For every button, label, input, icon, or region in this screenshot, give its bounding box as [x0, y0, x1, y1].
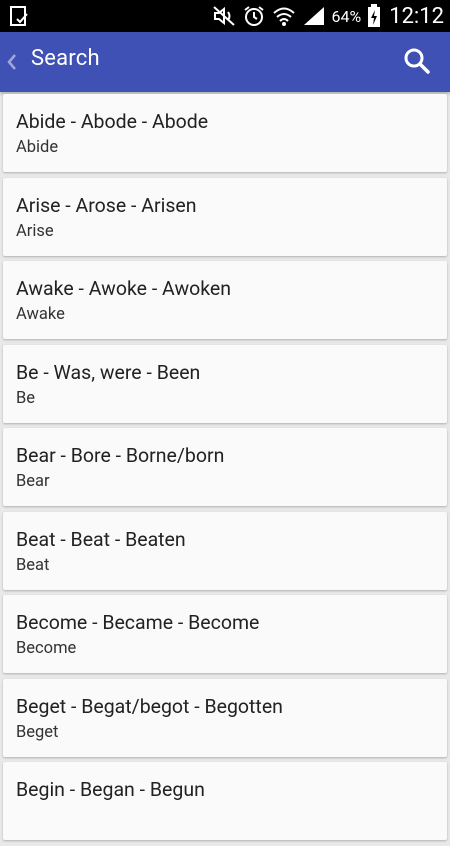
verb-card[interactable]: Be - Was, were - Been Be: [3, 344, 447, 423]
verb-card[interactable]: Begin - Began - Begun: [3, 762, 447, 840]
verb-card[interactable]: Bear - Bore - Borne/born Bear: [3, 428, 447, 506]
verb-forms: Begin - Began - Begun: [16, 778, 205, 801]
search-icon[interactable]: [402, 46, 432, 76]
verb-card[interactable]: Arise - Arose - Arisen Arise: [3, 177, 447, 256]
notification-clipboard-icon: [10, 6, 28, 26]
battery-percent: 64%: [331, 6, 362, 26]
verb-forms: Become - Became - Become: [16, 611, 260, 634]
verb-card[interactable]: Awake - Awoke - Awoken Awake: [3, 261, 447, 339]
action-bar: Search: [0, 32, 450, 92]
status-bar: 64% 12:12: [0, 0, 450, 32]
verb-forms: Abide - Abode - Abode: [16, 110, 209, 133]
silent-mode-icon: [212, 6, 235, 26]
page-title[interactable]: Search: [31, 46, 100, 71]
verb-base: Abide: [16, 138, 59, 157]
alarm-icon: [243, 6, 264, 26]
verb-forms: Arise - Arose - Arisen: [16, 193, 197, 217]
verb-card[interactable]: Become - Became - Become Become: [3, 595, 447, 673]
signal-icon: [303, 7, 324, 25]
verb-base: Beat: [16, 555, 50, 575]
verb-base: Become: [16, 639, 77, 658]
clock-time: 12:12: [389, 3, 444, 29]
verb-base: Beget: [16, 722, 59, 742]
verb-list: Abide - Abode - Abode Abide Arise - Aros…: [3, 94, 447, 846]
wifi-icon: [272, 7, 295, 26]
battery-charging-icon: [368, 4, 381, 27]
verb-forms: Beget - Begat/begot - Begotten: [16, 694, 283, 718]
verb-card[interactable]: Abide - Abode - Abode Abide: [3, 94, 447, 172]
verb-base: Arise: [16, 221, 54, 241]
verb-base: Bear: [16, 472, 50, 491]
chevron-left-icon[interactable]: [4, 50, 18, 74]
verb-forms: Awake - Awoke - Awoken: [16, 277, 232, 300]
verb-base: Awake: [16, 305, 65, 324]
verb-card[interactable]: Beget - Begat/begot - Begotten Beget: [3, 678, 447, 757]
verb-base: Be: [16, 388, 36, 408]
verb-forms: Be - Was, were - Been: [16, 360, 201, 384]
verb-forms: Bear - Bore - Borne/born: [16, 444, 225, 467]
verb-card[interactable]: Beat - Beat - Beaten Beat: [3, 511, 447, 590]
verb-forms: Beat - Beat - Beaten: [16, 527, 186, 551]
